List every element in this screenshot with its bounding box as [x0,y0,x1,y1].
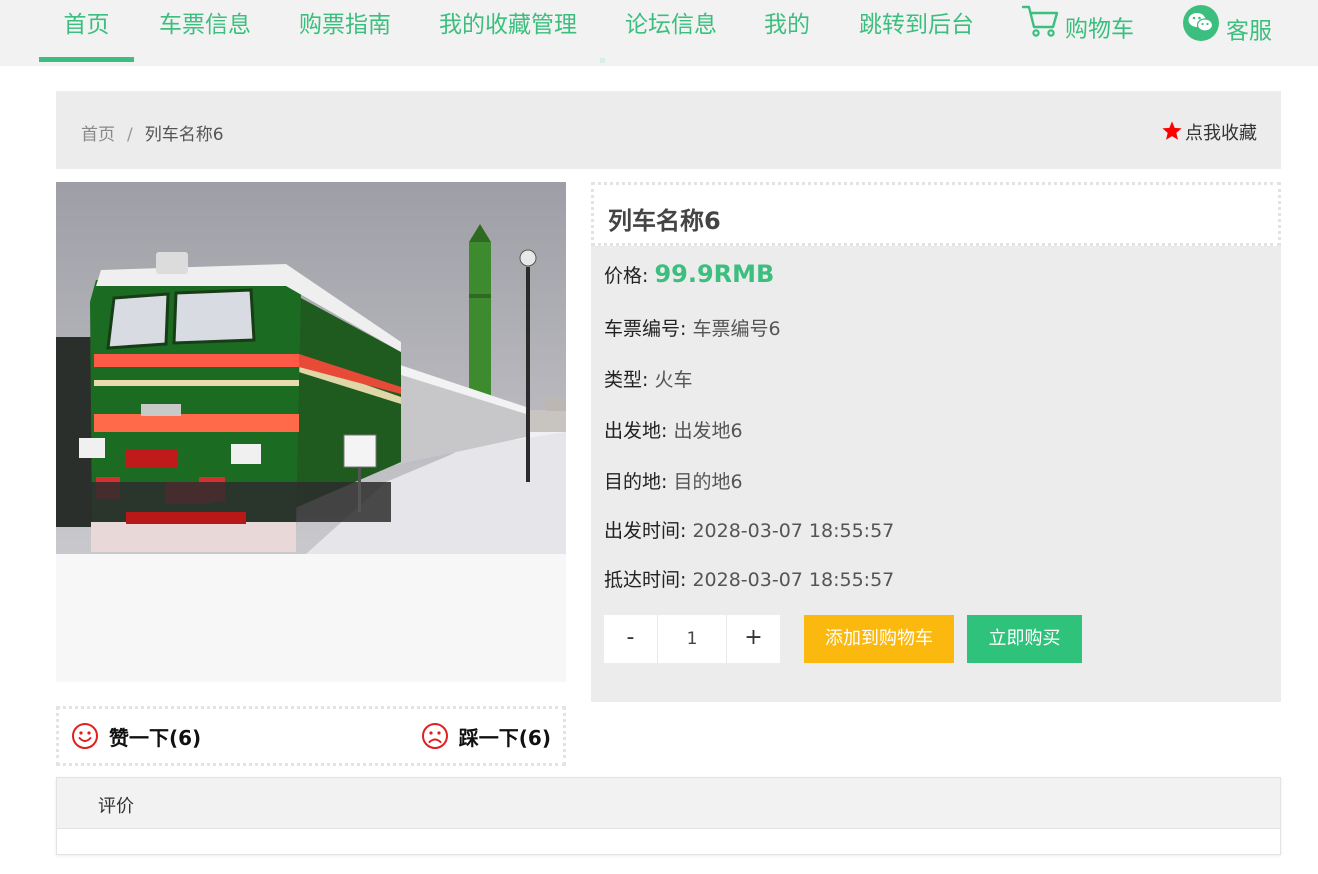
product-title: 列车名称6 [608,207,721,235]
nav-item-backend[interactable]: 跳转到后台 [859,0,974,62]
nav-divider-mark [600,58,605,63]
train-photo [56,182,566,554]
favorite-label: 点我收藏 [1185,123,1257,144]
shopping-cart-icon [1021,4,1059,56]
frown-icon [421,723,448,749]
favorite-button[interactable]: 点我收藏 [1161,119,1257,145]
ticket-number-value: 车票编号6 [692,318,781,340]
price-value: 99.9RMB [654,260,775,288]
add-to-cart-button[interactable]: 添加到购物车 [804,615,954,663]
departure-time-row: 出发时间: 2028-03-07 18:55:57 [604,516,894,543]
departure-row: 出发地: 出发地6 [604,416,743,443]
ticket-number-row: 车票编号: 车票编号6 [604,314,781,341]
dislike-label: 踩一下(6) [458,726,551,750]
breadcrumb-separator: / [127,125,133,145]
nav-item-cart[interactable]: 购物车 [1021,4,1134,66]
nav-item-favorites-management[interactable]: 我的收藏管理 [439,0,577,62]
destination-label: 目的地: [604,471,668,493]
vote-box: 赞一下(6) 踩一下(6) [56,706,566,766]
destination-value: 目的地6 [673,471,743,493]
type-row: 类型: 火车 [604,365,692,392]
breadcrumb-current: 列车名称6 [144,125,224,145]
breadcrumb-bar: 首页 / 列车名称6 点我收藏 [56,91,1281,169]
nav-item-customer-service[interactable]: 客服 [1182,4,1272,66]
smile-icon [72,723,98,749]
arrival-time-row: 抵达时间: 2028-03-07 18:55:57 [604,565,894,592]
review-section: 评价 [56,777,1281,855]
review-header: 评价 [57,778,1280,829]
quantity-increase-button[interactable]: + [726,615,780,663]
quantity-input[interactable] [658,615,726,663]
departure-time-label: 出发时间: [604,520,687,542]
ticket-number-label: 车票编号: [604,318,687,340]
top-navigation: 首页 车票信息 购票指南 我的收藏管理 论坛信息 我的 跳转到后台 购物车 客服 [0,0,1318,66]
product-image-panel [56,182,566,682]
like-label: 赞一下(6) [109,726,202,750]
type-value: 火车 [654,369,693,391]
buy-now-button[interactable]: 立即购买 [967,615,1082,663]
nav-item-mine[interactable]: 我的 [764,0,810,62]
tab-review[interactable]: 评价 [98,792,134,818]
departure-label: 出发地: [604,420,668,442]
star-icon [1162,121,1182,140]
wechat-icon [1182,4,1220,60]
product-info-panel: 列车名称6 价格: 99.9RMB 车票编号: 车票编号6 类型: 火车 出发地… [591,182,1281,702]
arrival-time-value: 2028-03-07 18:55:57 [692,569,895,591]
nav-service-label: 客服 [1226,18,1272,45]
departure-time-value: 2028-03-07 18:55:57 [692,520,895,542]
type-label: 类型: [604,369,649,391]
arrival-time-label: 抵达时间: [604,569,687,591]
price-row: 价格: 99.9RMB [604,260,774,288]
dislike-button[interactable]: 踩一下(6) [421,722,551,751]
quantity-decrease-button[interactable]: - [604,615,658,663]
like-button[interactable]: 赞一下(6) [71,722,201,751]
breadcrumb: 首页 / 列车名称6 [81,120,224,145]
nav-cart-label: 购物车 [1065,16,1134,43]
price-label: 价格: [604,265,649,287]
nav-item-purchase-guide[interactable]: 购票指南 [299,0,391,62]
destination-row: 目的地: 目的地6 [604,467,743,494]
departure-value: 出发地6 [673,420,743,442]
quantity-stepper: - + [604,615,780,663]
breadcrumb-home[interactable]: 首页 [81,125,115,145]
product-title-box: 列车名称6 [591,182,1281,246]
nav-item-forum[interactable]: 论坛信息 [625,0,717,62]
nav-item-ticket-info[interactable]: 车票信息 [159,0,251,62]
nav-item-home[interactable]: 首页 [39,0,134,62]
